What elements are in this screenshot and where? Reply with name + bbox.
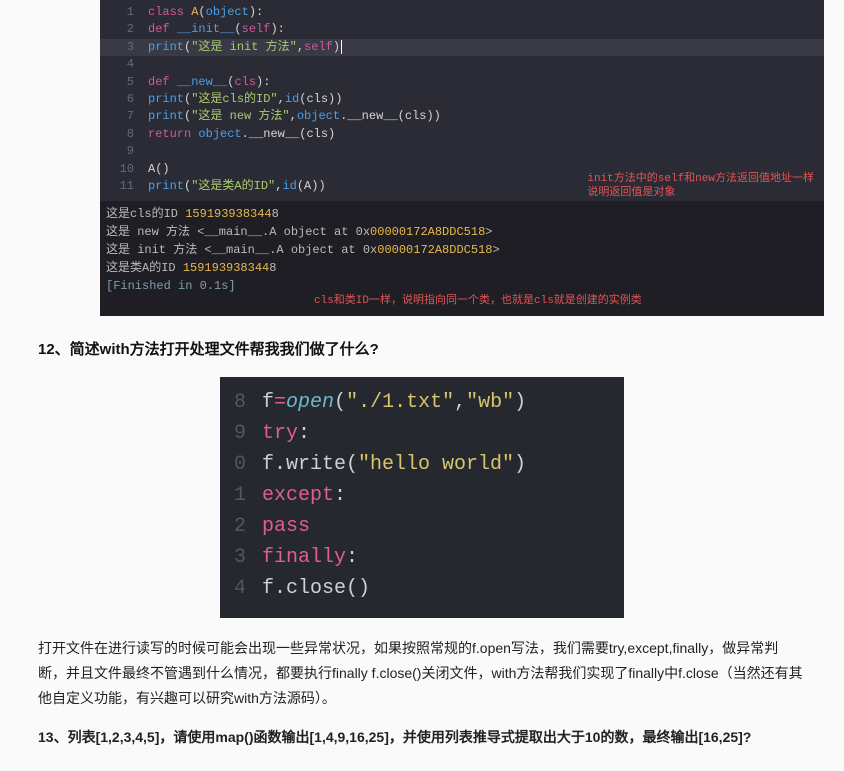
- code-line: 8 f=open("./1.txt","wb"): [220, 387, 600, 418]
- line-number: 10: [112, 161, 134, 178]
- code-content: f=open("./1.txt","wb"): [262, 387, 526, 418]
- code-editor-1: 1class A(object):2 def __init__(self):3 …: [100, 0, 824, 201]
- code-content: print("这是 init 方法",self): [148, 39, 342, 56]
- code-content: def __init__(self):: [148, 21, 285, 38]
- output-line: 这是 init 方法 <__main__.A object at 0x00000…: [106, 241, 818, 259]
- code-line: 4: [100, 56, 824, 73]
- code-output-1: init方法中的self和new方法返回值地址一样 说明返回值是对象 这是cls…: [100, 201, 824, 316]
- line-number: 8: [220, 387, 246, 418]
- code-content: class A(object):: [148, 4, 263, 21]
- code-content: print("这是cls的ID",id(cls)): [148, 91, 342, 108]
- annotation-text: 说明返回值是对象: [587, 187, 814, 201]
- code-content: return object.__new__(cls): [148, 126, 335, 143]
- code-line: 3 finally:: [220, 542, 600, 573]
- line-number: 9: [112, 143, 134, 160]
- line-number: 3: [112, 39, 134, 56]
- code-line: 5 def __new__(cls):: [100, 74, 824, 91]
- code-line: 0 f.write("hello world"): [220, 449, 600, 480]
- code-content: f.close(): [262, 573, 370, 604]
- code-content: A(): [148, 161, 170, 178]
- line-number: 0: [220, 449, 246, 480]
- line-number: 8: [112, 126, 134, 143]
- line-number: 1: [220, 480, 246, 511]
- annotation-bottom: cls和类ID一样，说明指向同一个类，也就是cls就是创建的实例类: [314, 293, 818, 310]
- annotation-right: init方法中的self和new方法返回值地址一样 说明返回值是对象: [587, 173, 814, 201]
- code-line: 9 try:: [220, 418, 600, 449]
- code-line: 8 return object.__new__(cls): [100, 126, 824, 143]
- code-line: 6 print("这是cls的ID",id(cls)): [100, 91, 824, 108]
- line-number: 6: [112, 91, 134, 108]
- question-12-title: 12、简述with方法打开处理文件帮我我们做了什么?: [38, 338, 844, 359]
- line-number: 7: [112, 108, 134, 125]
- line-number: 9: [220, 418, 246, 449]
- question-12-body: 打开文件在进行读写的时候可能会出现一些异常状况，如果按照常规的f.open写法，…: [38, 636, 806, 712]
- annotation-text: init方法中的self和new方法返回值地址一样: [587, 173, 814, 187]
- line-number: 5: [112, 74, 134, 91]
- line-number: 11: [112, 178, 134, 195]
- code-content: print("这是类A的ID",id(A)): [148, 178, 326, 195]
- line-number: 4: [112, 56, 134, 73]
- line-number: 1: [112, 4, 134, 21]
- code-line: 1 class A(object):: [100, 4, 824, 21]
- output-line: 这是 new 方法 <__main__.A object at 0x000001…: [106, 223, 818, 241]
- code-content: except:: [262, 480, 346, 511]
- code-content: finally:: [262, 542, 358, 573]
- line-number: 2: [220, 511, 246, 542]
- code-line: 4 f.close(): [220, 573, 600, 604]
- line-number: 4: [220, 573, 246, 604]
- code-line: 9: [100, 143, 824, 160]
- code-content: pass: [262, 511, 310, 542]
- code-line: 3 print("这是 init 方法",self): [100, 39, 824, 56]
- line-number: 3: [220, 542, 246, 573]
- output-line: 这是cls的ID 1591939383448: [106, 205, 818, 223]
- code-line: 1 except:: [220, 480, 600, 511]
- code-content: print("这是 new 方法",object.__new__(cls)): [148, 108, 441, 125]
- code-line: 7 print("这是 new 方法",object.__new__(cls)): [100, 108, 824, 125]
- output-line: 这是类A的ID 1591939383448: [106, 259, 818, 277]
- code-editor-2: 8f=open("./1.txt","wb")9try:0 f.write("h…: [220, 377, 624, 618]
- code-line: 2 pass: [220, 511, 600, 542]
- code-content: try:: [262, 418, 310, 449]
- question-13-title: 13、列表[1,2,3,4,5]，请使用map()函数输出[1,4,9,16,2…: [38, 725, 806, 750]
- line-number: 2: [112, 21, 134, 38]
- code-content: def __new__(cls):: [148, 74, 270, 91]
- code-content: f.write("hello world"): [262, 449, 526, 480]
- code-line: 2 def __init__(self):: [100, 21, 824, 38]
